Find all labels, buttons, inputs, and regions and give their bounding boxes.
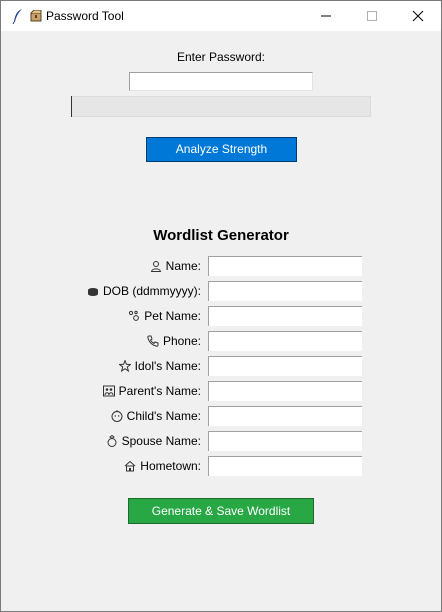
field-row: Pet Name: [1, 306, 441, 328]
close-icon [412, 10, 424, 22]
field-input[interactable] [208, 281, 362, 301]
field-label: Child's Name: [111, 409, 201, 423]
wordlist-title: Wordlist Generator [153, 227, 289, 244]
progress-edge [71, 96, 72, 117]
field-input[interactable] [208, 256, 362, 276]
generate-wordlist-button[interactable]: Generate & Save Wordlist [128, 498, 314, 524]
person-icon [150, 260, 162, 272]
package-icon [30, 9, 42, 22]
paw-icon [128, 310, 140, 322]
field-input[interactable] [208, 306, 362, 326]
star-icon [117, 359, 132, 373]
field-label: Hometown: [124, 459, 201, 473]
house-icon [124, 460, 136, 472]
field-input[interactable] [208, 406, 362, 426]
field-label-text: Spouse Name: [121, 434, 201, 448]
title-bar[interactable]: Password Tool [1, 1, 441, 31]
field-label: Parent's Name: [102, 384, 201, 398]
family-icon [102, 385, 115, 397]
client-area: Enter Password: Analyze Strength Wordlis… [1, 31, 441, 611]
analyze-strength-button[interactable]: Analyze Strength [146, 137, 297, 162]
field-label-text: Phone: [162, 334, 201, 348]
field-row: Phone: [1, 331, 441, 353]
window-title: Password Tool [46, 9, 124, 23]
field-row: DOB (ddmmyyyy): [1, 281, 441, 303]
field-input[interactable] [208, 331, 362, 351]
strength-progress-bar [71, 96, 371, 117]
field-input[interactable] [208, 356, 362, 376]
password-input[interactable] [129, 72, 313, 91]
maximize-button[interactable] [349, 1, 395, 31]
field-label-text: Parent's Name: [118, 384, 201, 398]
cake-icon [87, 285, 99, 297]
field-input[interactable] [208, 431, 362, 451]
field-input[interactable] [208, 456, 362, 476]
minimize-button[interactable] [303, 1, 349, 31]
field-label: Name: [150, 259, 201, 273]
feather-icon [12, 8, 24, 25]
field-label: Phone: [147, 334, 201, 348]
app-window: Password Tool Enter Password: Analyze St… [0, 0, 442, 612]
field-row: Spouse Name: [1, 431, 441, 453]
field-label: Spouse Name: [106, 434, 201, 448]
baby-icon [111, 410, 123, 422]
field-row: Child's Name: [1, 406, 441, 428]
phone-icon [147, 335, 159, 347]
password-label: Enter Password: [176, 50, 266, 64]
field-label-text: Name: [165, 259, 201, 273]
field-row: Name: [1, 256, 441, 278]
field-label-text: Hometown: [140, 459, 201, 473]
close-button[interactable] [395, 1, 441, 31]
field-input[interactable] [208, 381, 362, 401]
field-label-text: DOB (ddmmyyyy): [102, 284, 201, 298]
minimize-icon [321, 15, 331, 17]
field-label-text: Idol's Name: [134, 359, 201, 373]
field-row: Idol's Name: [1, 356, 441, 378]
field-label-text: Pet Name: [144, 309, 201, 323]
field-label: Pet Name: [128, 309, 201, 323]
field-label-text: Child's Name: [126, 409, 201, 423]
field-label: DOB (ddmmyyyy): [87, 284, 201, 298]
field-row: Parent's Name: [1, 381, 441, 403]
field-row: Hometown: [1, 456, 441, 478]
field-label: Idol's Name: [117, 359, 201, 373]
ring-icon [106, 434, 118, 447]
maximize-icon [367, 11, 377, 21]
